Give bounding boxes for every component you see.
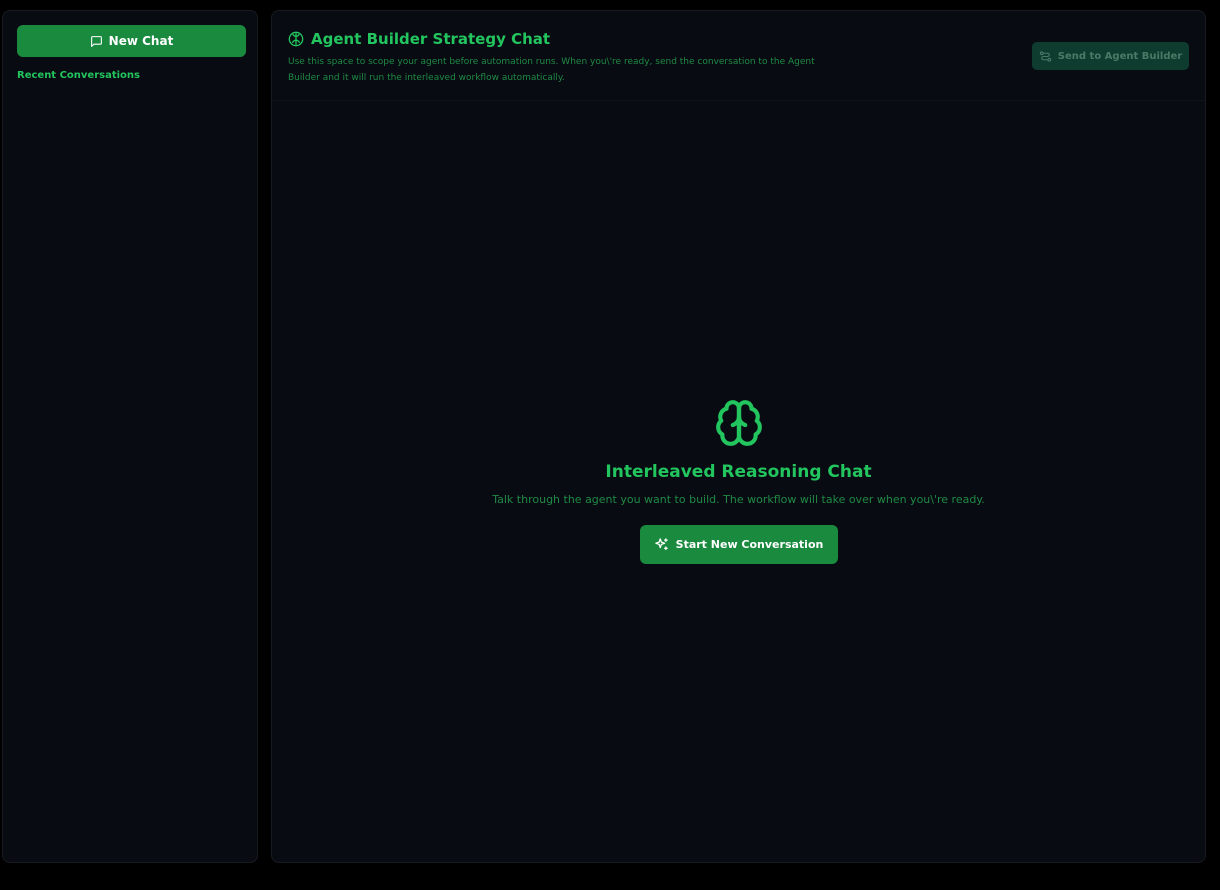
chat-header: Agent Builder Strategy Chat Use this spa… [272, 11, 1205, 101]
message-square-icon [90, 35, 103, 48]
new-chat-label: New Chat [108, 34, 174, 48]
page-title: Agent Builder Strategy Chat [311, 30, 551, 48]
empty-state-description: Talk through the agent you want to build… [492, 493, 985, 506]
send-to-agent-builder-button[interactable]: Send to Agent Builder [1032, 42, 1189, 70]
sidebar: New Chat Recent Conversations [2, 10, 258, 863]
brain-icon [288, 31, 304, 47]
new-chat-button[interactable]: New Chat [17, 25, 246, 57]
recent-conversations-heading: Recent Conversations [17, 70, 140, 81]
main-panel: Agent Builder Strategy Chat Use this spa… [271, 10, 1206, 863]
sparkles-icon [654, 537, 669, 552]
page-subtitle: Use this space to scope your agent befor… [288, 57, 815, 83]
start-new-conversation-label: Start New Conversation [675, 538, 824, 551]
brain-icon [714, 398, 764, 448]
workflow-icon [1039, 50, 1052, 63]
title-row: Agent Builder Strategy Chat [288, 30, 550, 48]
send-to-agent-builder-label: Send to Agent Builder [1057, 50, 1183, 62]
empty-state: Interleaved Reasoning Chat Talk through … [272, 398, 1205, 564]
empty-state-title: Interleaved Reasoning Chat [605, 462, 872, 482]
start-new-conversation-button[interactable]: Start New Conversation [639, 525, 838, 564]
